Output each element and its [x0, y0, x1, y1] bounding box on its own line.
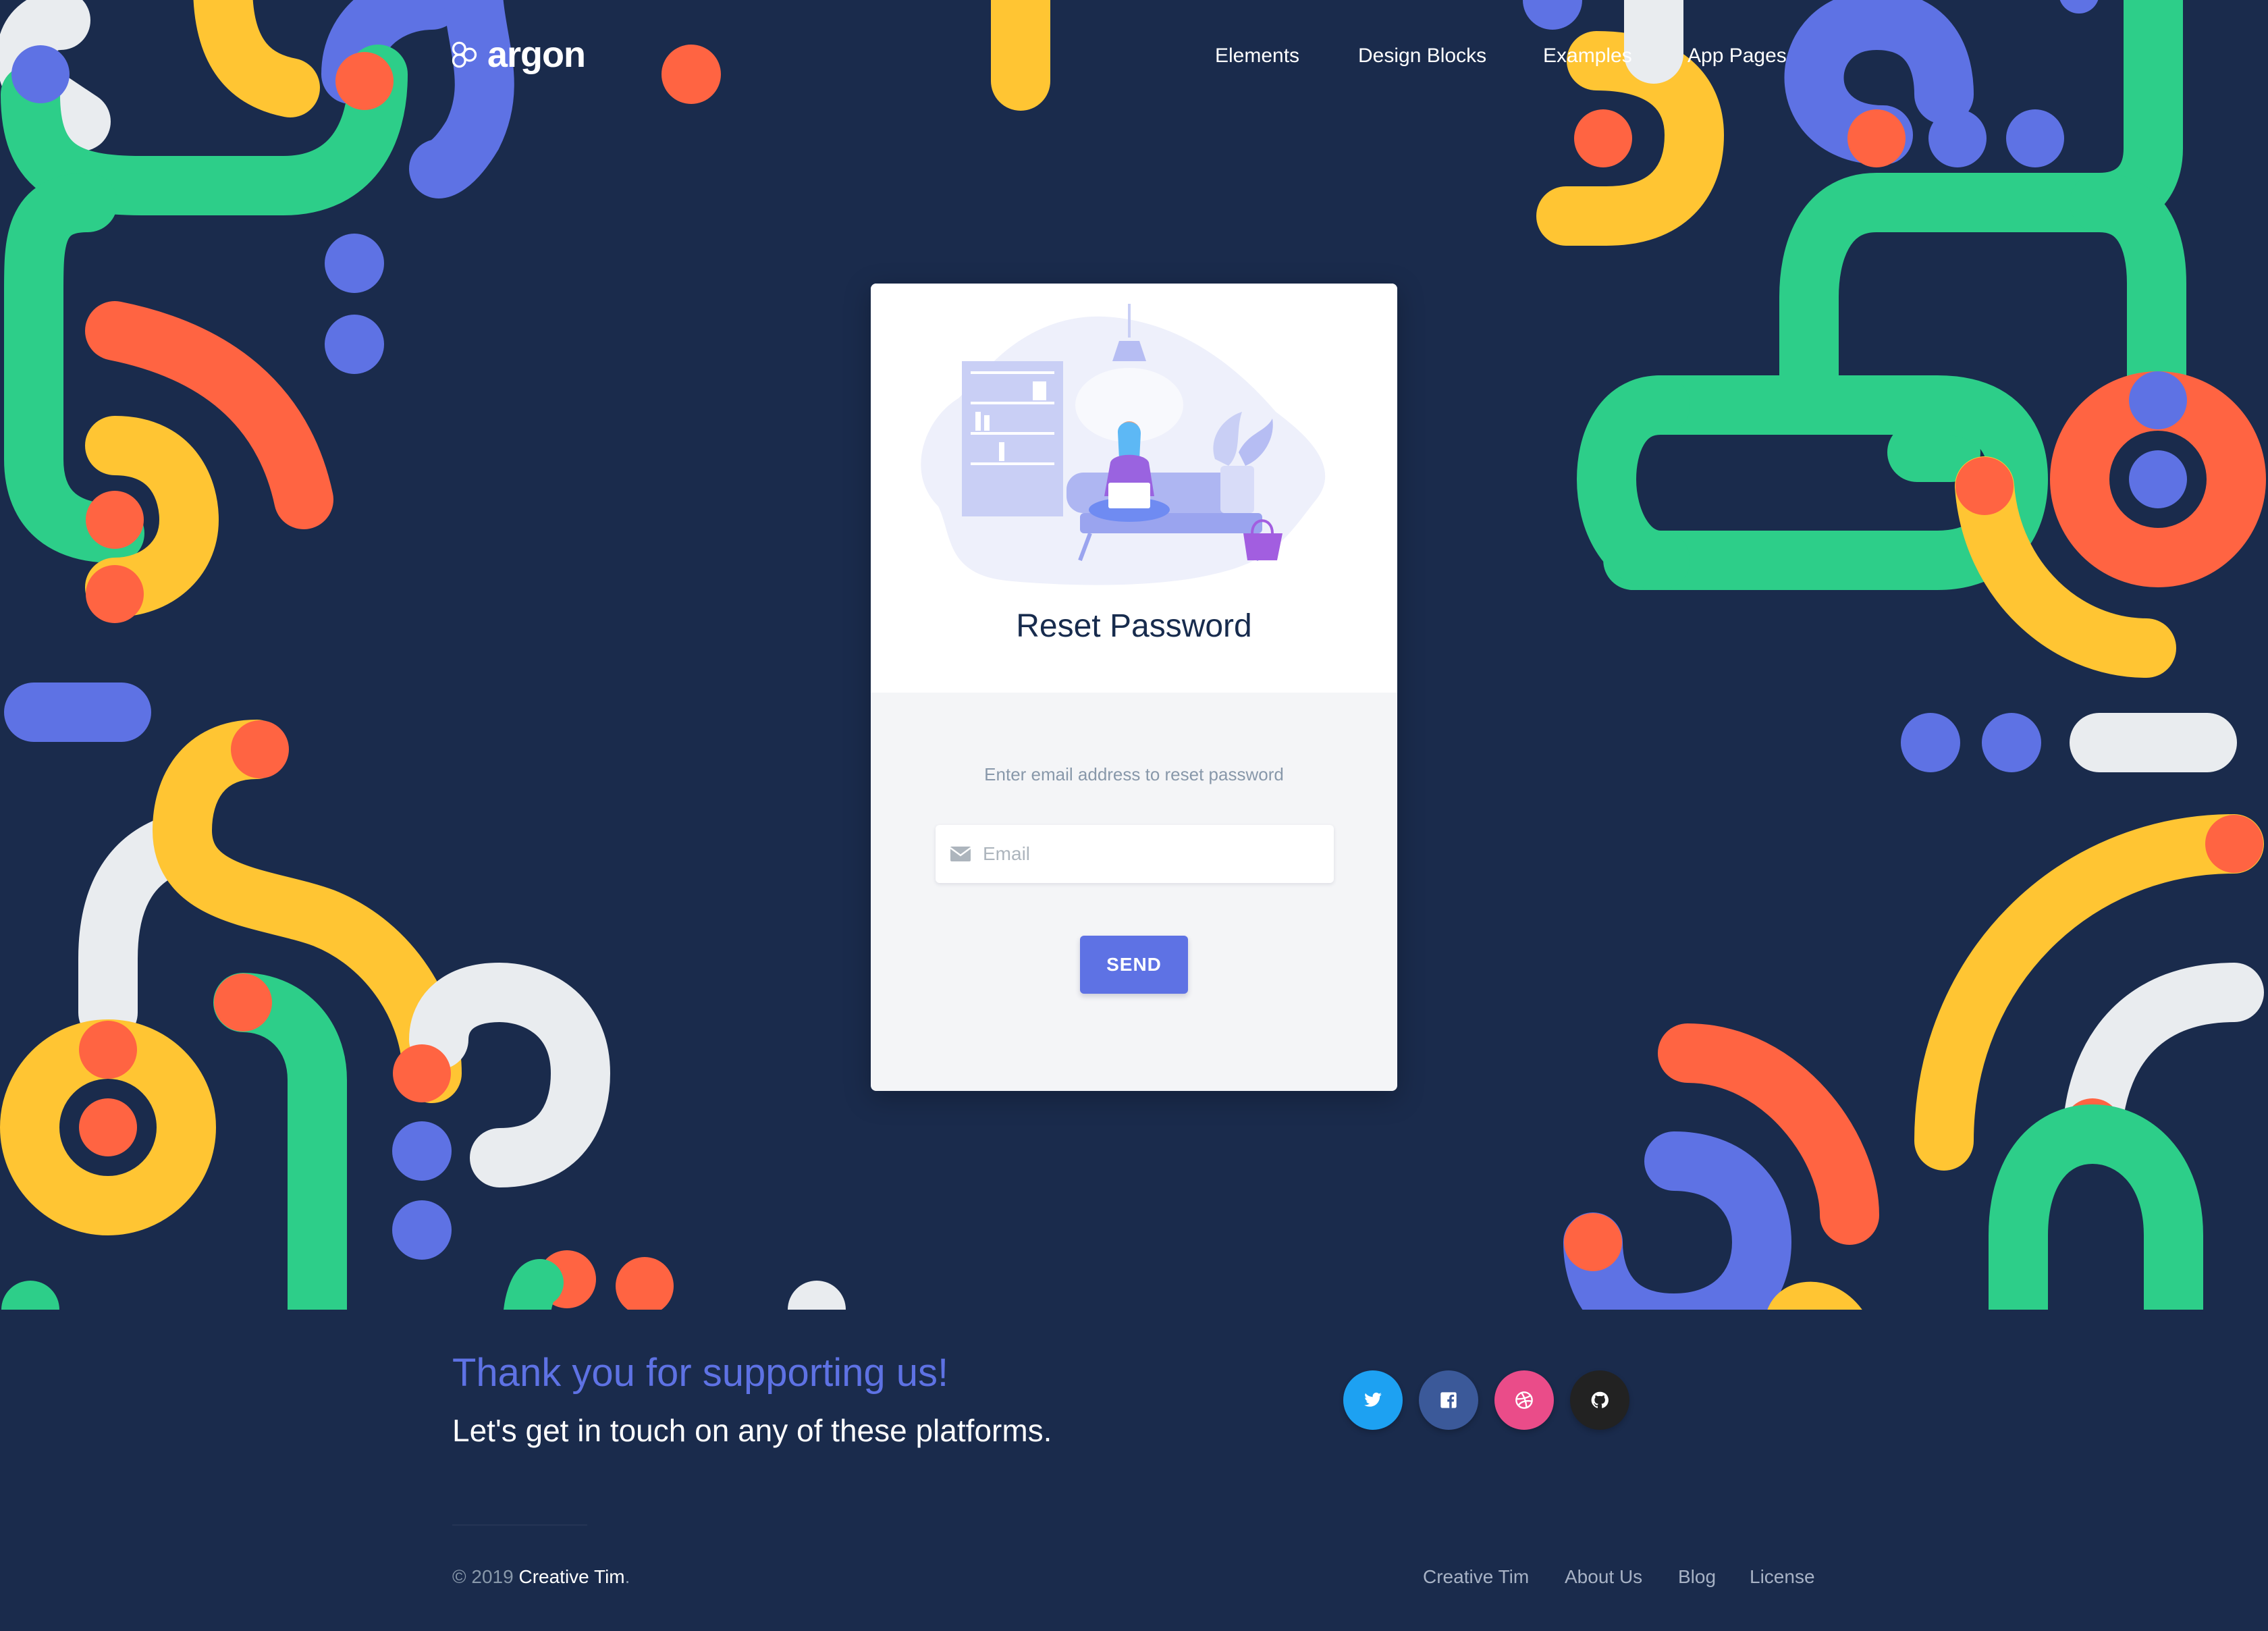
- facebook-icon: [1440, 1392, 1457, 1408]
- reset-hint-text: Enter email address to reset password: [984, 764, 1284, 784]
- dribbble-button[interactable]: [1494, 1370, 1554, 1430]
- twitter-button[interactable]: [1343, 1370, 1403, 1430]
- footer: Thank you for supporting us! Let's get i…: [0, 1310, 2268, 1631]
- github-button[interactable]: [1570, 1370, 1629, 1430]
- send-button[interactable]: SEND: [1080, 936, 1188, 994]
- navbar: argon Elements Design Blocks Examples Ap…: [0, 0, 2268, 115]
- brand-name: argon: [487, 34, 586, 75]
- nav-link-design-blocks[interactable]: Design Blocks: [1358, 45, 1486, 68]
- footer-link-creative-tim[interactable]: Creative Tim: [1423, 1566, 1529, 1588]
- copyright-period: .: [624, 1566, 630, 1587]
- page: argon Elements Design Blocks Examples Ap…: [0, 0, 2268, 1631]
- touch-subheading: Let's get in touch on any of these platf…: [452, 1413, 1052, 1448]
- footer-link-about-us[interactable]: About Us: [1565, 1566, 1642, 1588]
- twitter-icon: [1364, 1392, 1382, 1407]
- card-body: Enter email address to reset password SE…: [871, 693, 1397, 1091]
- card-header: Reset Password: [871, 284, 1397, 693]
- dribbble-icon: [1515, 1391, 1533, 1409]
- footer-divider: [452, 1524, 587, 1526]
- email-input-group[interactable]: [936, 825, 1334, 883]
- copyright-creative-tim-link[interactable]: Creative Tim: [518, 1566, 624, 1587]
- footer-link-blog[interactable]: Blog: [1678, 1566, 1716, 1588]
- email-input[interactable]: [983, 843, 1307, 865]
- reset-password-card: Reset Password Enter email address to re…: [871, 284, 1397, 1091]
- reading-woman-illustration: [921, 304, 1326, 585]
- facebook-button[interactable]: [1419, 1370, 1478, 1430]
- nav-link-app-pages[interactable]: App Pages: [1688, 45, 1787, 68]
- copyright: © 2019 Creative Tim.: [452, 1566, 630, 1588]
- thanks-heading: Thank you for supporting us!: [452, 1351, 949, 1395]
- envelope-icon: [950, 847, 971, 861]
- brand-logo[interactable]: argon: [450, 34, 586, 76]
- argon-logo-icon: [452, 41, 477, 68]
- nav-link-elements[interactable]: Elements: [1215, 45, 1299, 68]
- nav-link-examples[interactable]: Examples: [1543, 45, 1632, 68]
- copyright-year: © 2019: [452, 1566, 519, 1587]
- social-buttons: [1343, 1370, 1629, 1430]
- github-icon: [1591, 1391, 1609, 1408]
- footer-link-license[interactable]: License: [1750, 1566, 1815, 1588]
- card-title: Reset Password: [1016, 608, 1252, 644]
